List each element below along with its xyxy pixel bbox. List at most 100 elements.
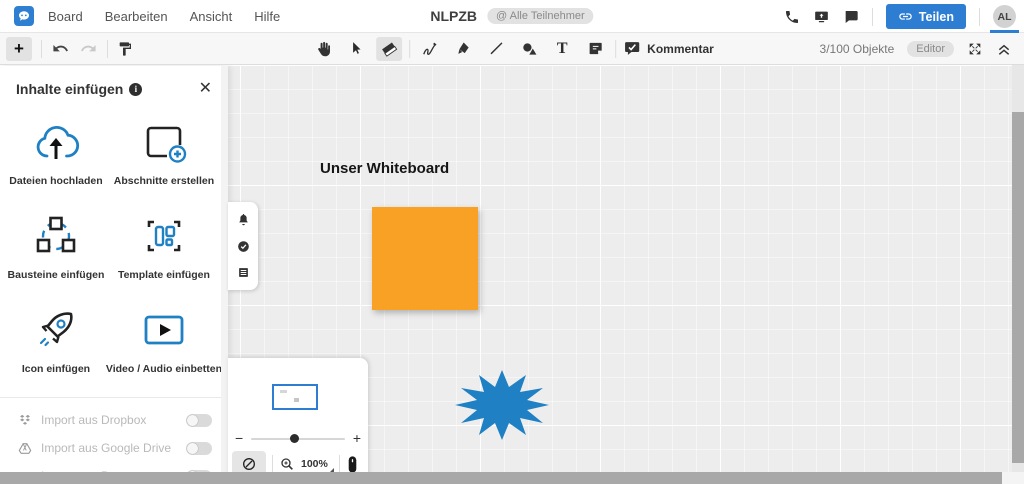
eraser-icon xyxy=(382,41,398,57)
phone-call-icon[interactable] xyxy=(784,9,800,25)
dropbox-icon xyxy=(20,414,30,425)
sticky-note-tool-button[interactable] xyxy=(582,37,608,61)
import-google-drive-row[interactable]: Import aus Google Drive xyxy=(0,434,228,462)
comment-tool-label: Kommentar xyxy=(647,41,714,56)
tile-upload-files[interactable]: Dateien hochladen xyxy=(6,117,106,187)
info-icon[interactable]: i xyxy=(129,82,143,96)
panel-scrollbar[interactable] xyxy=(221,66,228,484)
pen-scribble-icon xyxy=(423,42,437,55)
tile-insert-icon[interactable]: Icon einfügen xyxy=(6,305,106,375)
cloud-upload-icon xyxy=(36,126,80,159)
screen-share-icon[interactable] xyxy=(813,9,830,25)
zoom-out-minus[interactable]: − xyxy=(235,430,243,446)
side-mini-toolbar xyxy=(228,202,258,290)
menu-board[interactable]: Board xyxy=(48,9,83,24)
tile-create-sections[interactable]: Abschnitte erstellen xyxy=(106,117,222,187)
tile-label: Template einfügen xyxy=(117,269,210,281)
line-icon xyxy=(489,42,502,55)
app-logo-icon[interactable] xyxy=(14,6,34,26)
text-tool-icon: T xyxy=(556,39,568,57)
notifications-bell-icon[interactable] xyxy=(236,213,251,228)
google-drive-toggle[interactable] xyxy=(186,441,212,455)
chat-icon[interactable] xyxy=(843,9,859,25)
divider xyxy=(979,7,980,26)
redo-icon[interactable] xyxy=(79,40,98,57)
vertical-scrollbar-thumb[interactable] xyxy=(1012,112,1024,463)
compass-icon xyxy=(243,458,255,470)
tile-insert-template[interactable]: Template einfügen xyxy=(106,211,222,281)
horizontal-scrollbar-thumb[interactable] xyxy=(0,472,1002,484)
undo-icon[interactable] xyxy=(51,40,70,57)
role-badge: Editor xyxy=(907,40,954,57)
board-title[interactable]: NLPZB xyxy=(430,8,477,24)
list-outline-icon[interactable] xyxy=(236,265,251,280)
tasks-check-icon[interactable] xyxy=(236,239,251,254)
comment-icon xyxy=(625,42,640,55)
close-panel-icon[interactable]: ✕ xyxy=(199,81,212,97)
line-tool-button[interactable] xyxy=(483,37,509,61)
share-button-label: Teilen xyxy=(918,9,954,24)
pan-tool-button[interactable] xyxy=(310,37,336,61)
building-blocks-icon xyxy=(36,216,76,253)
divider xyxy=(409,39,411,58)
zoom-slider: − + xyxy=(228,430,368,448)
fullscreen-icon[interactable] xyxy=(967,41,983,57)
zoom-slider-knob[interactable] xyxy=(290,434,299,443)
blue-starburst-shape[interactable] xyxy=(450,365,554,445)
select-tool-button[interactable] xyxy=(343,37,369,61)
divider xyxy=(871,7,873,26)
collapse-toolbar-icon[interactable] xyxy=(996,41,1012,57)
google-drive-icon xyxy=(18,442,32,454)
mouse-mode-icon[interactable] xyxy=(346,455,359,474)
divider xyxy=(41,39,42,58)
sticky-note-icon xyxy=(589,42,602,55)
share-button[interactable]: Teilen xyxy=(885,4,966,29)
orange-square-shape[interactable] xyxy=(372,207,478,310)
rocket-icon xyxy=(39,312,73,347)
cursor-icon xyxy=(352,42,361,54)
user-avatar[interactable]: AL xyxy=(990,0,1019,33)
vertical-scrollbar[interactable] xyxy=(1012,65,1024,472)
pen-tool-button[interactable] xyxy=(417,37,443,61)
tile-label: Video / Audio einbetten xyxy=(105,363,222,375)
navigator-panel: − + 100% xyxy=(228,358,368,484)
highlighter-icon xyxy=(457,42,469,54)
tile-label: Abschnitte erstellen xyxy=(113,175,215,187)
eraser-tool-button[interactable] xyxy=(376,36,403,61)
menu-hilfe[interactable]: Hilfe xyxy=(254,9,280,24)
menu-bar: Board Bearbeiten Ansicht Hilfe xyxy=(48,9,280,24)
audience-badge[interactable]: @ Alle Teilnehmer xyxy=(487,8,594,24)
app-window: Unser Whiteboard Board Bearbeiten Ansich… xyxy=(0,0,1024,484)
add-content-button[interactable]: + xyxy=(6,36,32,61)
canvas-heading-text[interactable]: Unser Whiteboard xyxy=(320,160,449,177)
text-tool-button[interactable]: T xyxy=(549,37,575,61)
divider xyxy=(107,39,108,58)
minimap-viewport[interactable] xyxy=(272,384,318,410)
shapes-tool-button[interactable] xyxy=(516,37,542,61)
zoom-in-plus[interactable]: + xyxy=(353,430,361,446)
menu-bearbeiten[interactable]: Bearbeiten xyxy=(105,9,168,24)
tile-embed-video-audio[interactable]: Video / Audio einbetten xyxy=(106,305,222,375)
highlighter-tool-button[interactable] xyxy=(450,37,476,61)
horizontal-scrollbar[interactable] xyxy=(0,472,1024,484)
menu-ansicht[interactable]: Ansicht xyxy=(190,9,233,24)
comment-tool-button[interactable]: Kommentar xyxy=(623,40,714,57)
divider xyxy=(338,455,340,473)
zoom-in-magnifier-icon[interactable] xyxy=(279,456,295,472)
import-label: Import aus Dropbox xyxy=(41,413,147,427)
shapes-icon xyxy=(522,42,536,55)
minimap-object xyxy=(294,398,299,402)
create-section-icon xyxy=(146,126,187,163)
divider xyxy=(272,455,273,473)
tile-insert-building-blocks[interactable]: Bausteine einfügen xyxy=(6,211,106,281)
avatar-initials: AL xyxy=(993,5,1016,28)
divider xyxy=(615,39,617,58)
import-label: Import aus Google Drive xyxy=(41,441,172,455)
zoom-level-dropdown[interactable]: 100% xyxy=(301,458,334,472)
format-paint-icon[interactable] xyxy=(117,41,133,57)
dropbox-toggle[interactable] xyxy=(186,413,212,427)
hand-icon xyxy=(318,41,330,56)
import-dropbox-row[interactable]: Import aus Dropbox xyxy=(0,406,228,434)
tile-label: Icon einfügen xyxy=(21,363,91,375)
drawing-toolbar: + T Kommentar 3/100 Objekte Editor xyxy=(0,33,1024,65)
